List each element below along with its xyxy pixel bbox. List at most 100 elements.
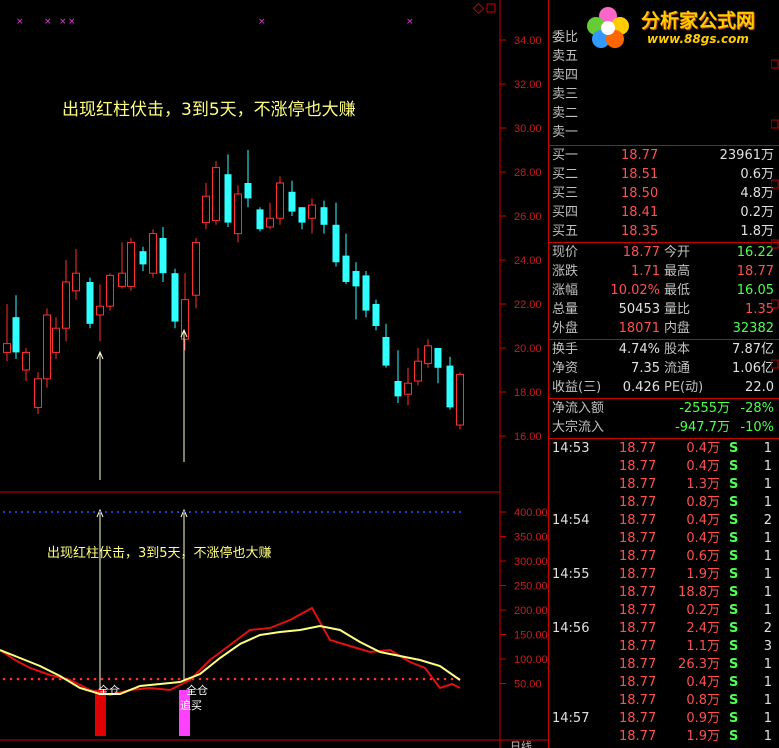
- indicator-subplot[interactable]: [0, 511, 461, 736]
- quote-value: 32382: [732, 321, 774, 336]
- tick-row: 18.77 1.1万 S 3: [549, 638, 779, 656]
- candle-up: [276, 182, 284, 219]
- tick-side: S: [729, 459, 739, 474]
- diamond-icon[interactable]: [472, 2, 485, 15]
- square-icon[interactable]: [486, 3, 496, 13]
- tick-time: 14:55: [552, 567, 590, 582]
- candle-up: [62, 281, 70, 329]
- level-dot: [121, 677, 125, 681]
- candle-down: [224, 174, 232, 223]
- tick-volume: 0.2万: [686, 603, 720, 618]
- tick-volume: 0.9万: [686, 711, 720, 726]
- candle-up: [149, 233, 157, 274]
- tick-volume: 0.8万: [686, 495, 720, 510]
- price-tick-label: 16.00: [514, 431, 542, 443]
- level-dot: [267, 511, 269, 513]
- level-dot: [327, 511, 329, 513]
- level-dot: [275, 677, 279, 681]
- price-tick-label: 32.00: [514, 79, 542, 91]
- tick-time: 14:53: [552, 441, 590, 456]
- bid-row: 买三 18.50 4.8万: [549, 185, 779, 203]
- candle-up: [3, 343, 11, 353]
- level-dot: [27, 511, 29, 513]
- level-dot: [289, 677, 293, 681]
- level-dot: [310, 677, 314, 681]
- level-dot: [261, 511, 263, 513]
- fund-value: 7.35: [631, 361, 660, 376]
- flow-label: 大宗流入: [552, 420, 605, 435]
- candle-down: [394, 381, 402, 397]
- level-dot: [114, 677, 118, 681]
- level-dot: [63, 511, 65, 513]
- tick-side: S: [729, 621, 739, 636]
- tick-price: 18.77: [619, 639, 657, 654]
- marker-x: ×: [59, 17, 67, 27]
- level-dot: [79, 677, 83, 681]
- candle-down: [256, 209, 264, 230]
- level-dot: [135, 677, 139, 681]
- ask-row: 卖一: [549, 124, 779, 142]
- quote-label: 涨跌: [552, 264, 579, 279]
- ask-label: 卖二: [552, 106, 579, 121]
- level-dot: [9, 511, 11, 513]
- indicator-tick-label: 150.00: [514, 630, 548, 642]
- level-dot: [93, 511, 95, 513]
- fund-label: 股本: [664, 342, 691, 357]
- tick-row: 18.77 0.6万 S 1: [549, 548, 779, 566]
- flow-row: 大宗流入 -947.7万 -10%: [549, 419, 779, 437]
- level-dot: [268, 677, 272, 681]
- candlesticks[interactable]: [3, 150, 464, 430]
- ask-row: 卖五: [549, 48, 779, 66]
- bid-volume: 23961万: [719, 148, 774, 163]
- candle-down: [86, 282, 94, 324]
- level-dot: [309, 511, 311, 513]
- bid-row: 买一 18.77 23961万: [549, 147, 779, 165]
- price-tick-label: 30.00: [514, 123, 542, 135]
- quote-value: 18.77: [622, 245, 660, 260]
- period-tab[interactable]: 日线: [510, 739, 532, 748]
- bid-volume: 0.6万: [740, 167, 774, 182]
- level-dot: [105, 511, 107, 513]
- level-dot: [243, 511, 245, 513]
- flow-pct: -10%: [740, 420, 774, 435]
- level-dot: [373, 677, 377, 681]
- tick-price: 18.77: [619, 567, 657, 582]
- candle-up: [34, 378, 42, 408]
- scrollbar[interactable]: [770, 40, 779, 640]
- tick-side: S: [729, 513, 739, 528]
- tick-price: 18.77: [619, 459, 657, 474]
- tick-count: 1: [763, 729, 772, 744]
- quote-row: 现价 18.77 今开 16.22: [549, 244, 779, 262]
- candle-down: [372, 304, 380, 326]
- quote-value: 18071: [618, 321, 660, 336]
- quote-value: 16.22: [736, 245, 774, 260]
- tick-volume: 0.8万: [686, 693, 720, 708]
- bid-label: 买三: [552, 186, 579, 201]
- level-dot: [219, 511, 221, 513]
- price-tick-label: 18.00: [514, 387, 542, 399]
- bid-label: 买四: [552, 205, 579, 220]
- level-dot: [459, 511, 461, 513]
- candle-down: [362, 275, 370, 311]
- level-dot: [226, 677, 230, 681]
- level-dot: [171, 511, 173, 513]
- level-dot: [177, 511, 179, 513]
- tick-volume: 26.3万: [678, 657, 720, 672]
- tick-row: 18.77 0.4万 S 1: [549, 674, 779, 692]
- level-dot: [279, 511, 281, 513]
- level-dot: [429, 511, 431, 513]
- weibi-row: 委比: [549, 29, 779, 47]
- level-dot: [23, 677, 27, 681]
- level-dot: [153, 511, 155, 513]
- level-dot: [198, 677, 202, 681]
- level-dot: [321, 511, 323, 513]
- level-dot: [359, 677, 363, 681]
- level-dot: [33, 511, 35, 513]
- tick-volume: 0.4万: [686, 531, 720, 546]
- level-dot: [149, 677, 153, 681]
- tick-price: 18.77: [619, 729, 657, 744]
- level-dot: [69, 511, 71, 513]
- kline-chart[interactable]: 34.00 32.00 30.00 28.00 26.00 24.00 22.00 20.00…: [0, 0, 548, 748]
- level-dot: [159, 511, 161, 513]
- level-dot: [317, 677, 321, 681]
